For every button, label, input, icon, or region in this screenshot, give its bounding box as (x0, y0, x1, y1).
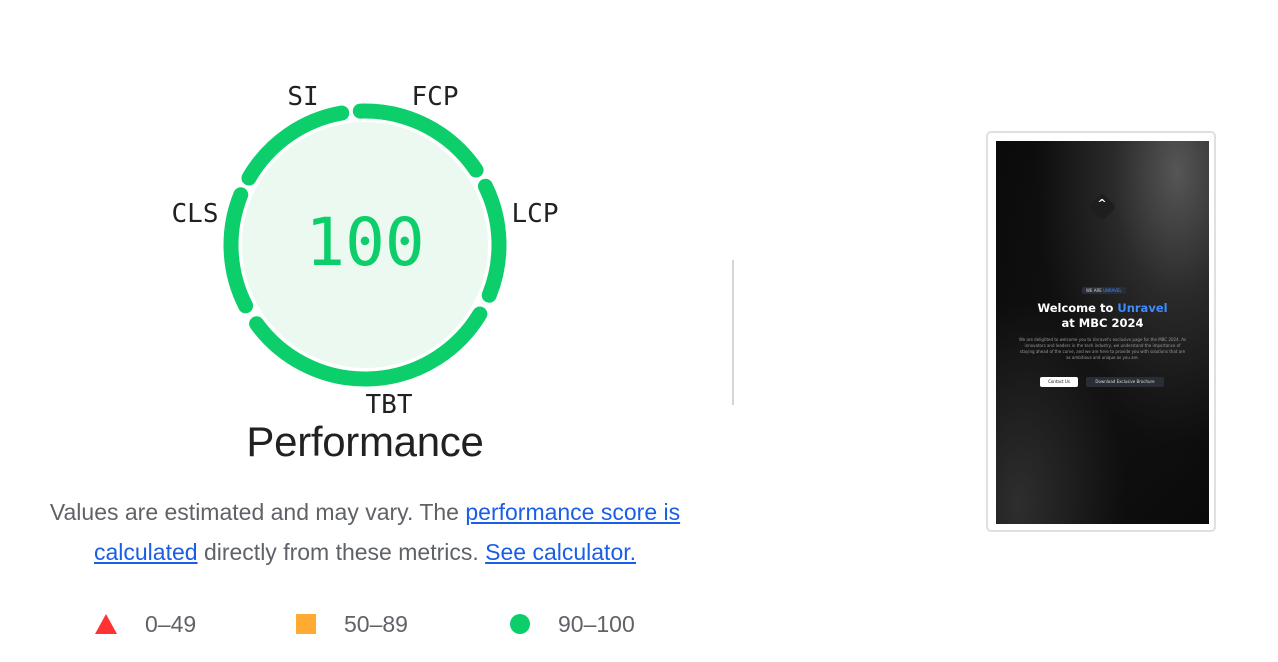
screenshot-body-text: We are delighted to welcome you to Unrav… (1018, 337, 1187, 360)
triangle-icon (95, 614, 117, 634)
chevron-up-icon: ^ (1097, 197, 1107, 210)
legend-range-average: 50–89 (344, 610, 408, 637)
description-text-1: Values are estimated and may vary. The (49, 499, 466, 525)
metric-label-fcp: FCP (412, 82, 459, 112)
performance-gauge: 100 SI FCP LCP TBT CLS (172, 82, 559, 420)
circle-icon (510, 614, 530, 634)
screenshot-heading: Welcome to Unravel at MBC 2024 (1037, 301, 1168, 330)
metric-label-tbt: TBT (366, 390, 413, 420)
score-legend: 0–49 50–89 90–100 (0, 608, 720, 640)
vertical-divider (732, 260, 734, 405)
score-value: 100 (305, 204, 424, 281)
category-title: Performance (246, 418, 484, 465)
screenshot-brochure-button: Download Exclusive Brochure (1086, 377, 1164, 387)
legend-item-average: 50–89 (296, 608, 408, 640)
metric-label-si: SI (287, 82, 318, 112)
final-screenshot-frame[interactable]: ^ WE ARE UNRAVEL Welcome to Unravel at M… (986, 131, 1216, 532)
see-calculator-link[interactable]: See calculator. (485, 539, 636, 565)
final-screenshot: ^ WE ARE UNRAVEL Welcome to Unravel at M… (996, 141, 1209, 524)
legend-range-pass: 90–100 (558, 610, 635, 637)
score-description: Values are estimated and may vary. The p… (40, 492, 690, 572)
legend-item-pass: 90–100 (510, 608, 635, 640)
square-icon (296, 614, 316, 634)
metric-label-cls: CLS (172, 199, 219, 229)
metric-label-lcp: LCP (512, 199, 559, 229)
description-text-2: directly from these metrics. (197, 539, 486, 565)
screenshot-badge: WE ARE UNRAVEL (1082, 287, 1126, 294)
screenshot-contact-button: Contact Us (1040, 377, 1078, 387)
legend-item-fail: 0–49 (95, 608, 196, 640)
legend-range-fail: 0–49 (145, 610, 197, 637)
